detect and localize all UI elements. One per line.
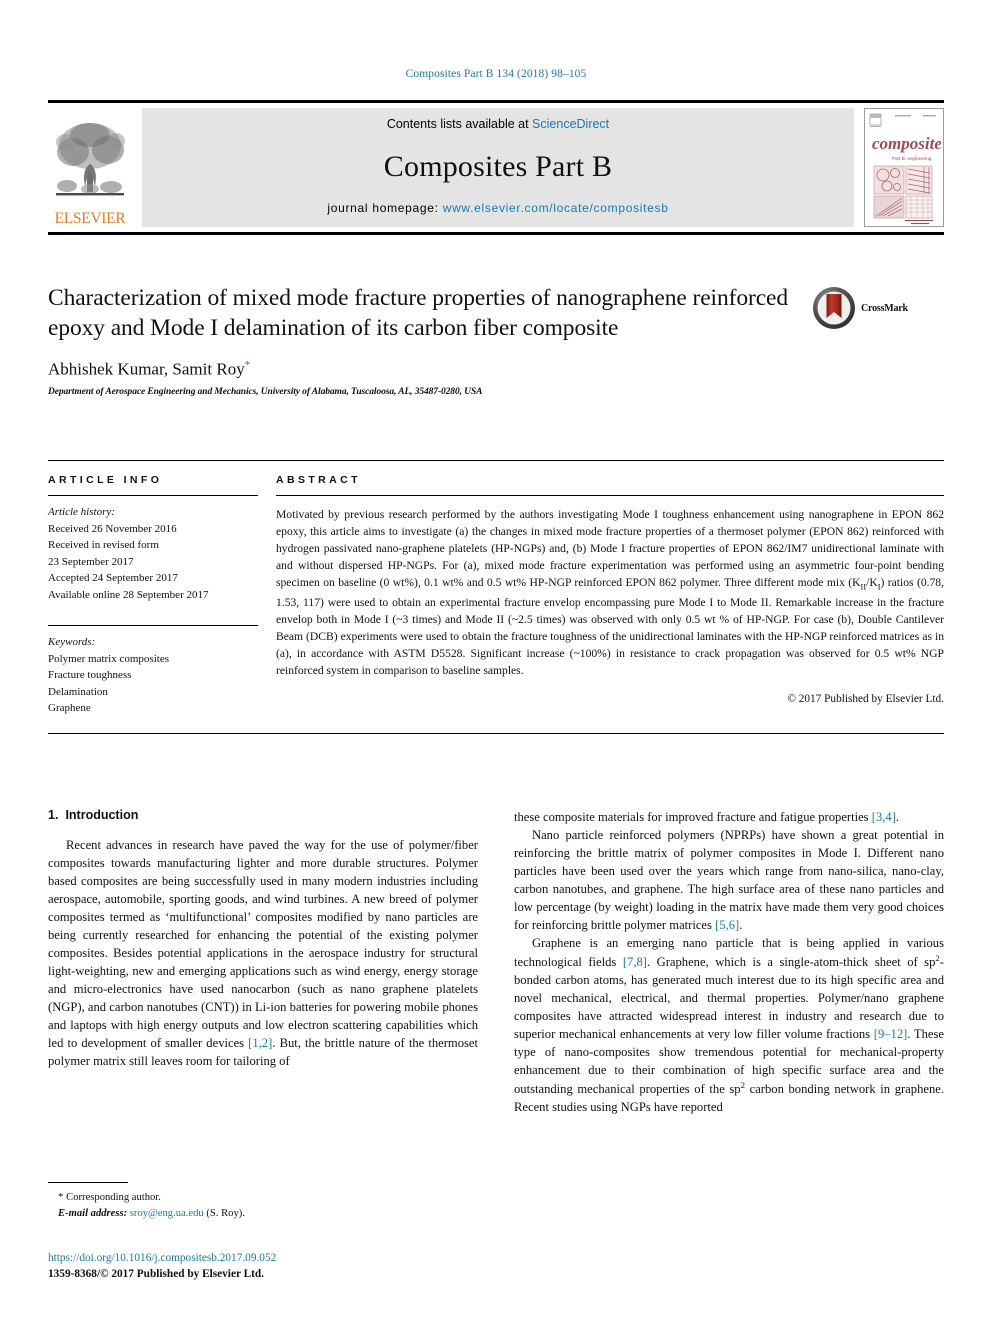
crossmark-icon [813, 287, 855, 329]
journal-band: Contents lists available at ScienceDirec… [142, 108, 854, 227]
abstract-rule [276, 495, 944, 496]
body-column-left: 1. Introduction Recent advances in resear… [48, 808, 478, 1116]
contents-prefix: Contents lists available at [386, 117, 533, 131]
doi-link[interactable]: https://doi.org/10.1016/j.compositesb.20… [48, 1252, 276, 1264]
citation-reference[interactable]: [9–12] [874, 1027, 908, 1041]
elsevier-logo: ELSEVIER [48, 108, 132, 227]
footnote-star: * [58, 1191, 64, 1203]
abstract-heading: ABSTRACT [276, 474, 361, 486]
contents-available-line: Contents lists available at ScienceDirec… [387, 117, 609, 131]
abstract-text: Motivated by previous research performed… [276, 508, 945, 677]
title-block: Characterization of mixed mode fracture … [48, 283, 944, 397]
svg-text:Part B: engineering: Part B: engineering [892, 156, 932, 161]
section-heading-introduction: 1. Introduction [48, 808, 478, 822]
history-line: Received 26 November 2016 [48, 522, 177, 535]
keywords-label: Keywords: [48, 636, 96, 648]
corresponding-author-footnote: * Corresponding author. E-mail address: … [48, 1182, 478, 1221]
body-columns: 1. Introduction Recent advances in resear… [48, 808, 944, 1116]
body-column-right: these composite materials for improved f… [514, 808, 944, 1116]
paragraph: Nano particle reinforced polymers (NPRPs… [514, 828, 944, 932]
footnote-corresponding: * Corresponding author. [48, 1190, 478, 1206]
keywords-group: Keywords: Polymer matrix composites Frac… [48, 634, 258, 717]
journal-homepage-link[interactable]: www.elsevier.com/locate/compositesb [443, 201, 669, 215]
author-list: Abhishek Kumar, Samit Roy* [48, 359, 944, 380]
journal-cover-thumbnail: composites Part B: engineering [864, 108, 944, 227]
masthead-bottom-rule [48, 232, 944, 235]
article-info-heading: ARTICLE INFO [48, 474, 163, 486]
keyword-item: Delamination [48, 685, 108, 698]
section-number: 1. [48, 808, 59, 822]
history-line: 23 September 2017 [48, 555, 134, 568]
email-address-label: E-mail address: [58, 1207, 128, 1219]
abstract-column: ABSTRACT Motivated by previous research … [276, 474, 944, 717]
homepage-prefix: journal homepage: [327, 201, 443, 215]
email-owner: (S. Roy). [206, 1207, 245, 1219]
section-label: Introduction [65, 808, 139, 822]
panel-top-rule [48, 460, 944, 461]
page-footer: https://doi.org/10.1016/j.compositesb.20… [48, 1248, 478, 1280]
history-line: Received in revised form [48, 539, 159, 551]
footnote-corresponding-text: Corresponding author. [66, 1192, 161, 1203]
page-title: Characterization of mixed mode fracture … [48, 285, 789, 342]
paper-page: Composites Part B 134 (2018) 98–105 ELSE… [0, 0, 992, 1323]
svg-text:composites: composites [872, 134, 941, 153]
keyword-item: Fracture toughness [48, 669, 132, 681]
keyword-item: Graphene [48, 702, 91, 714]
crossmark-label: CrossMark [861, 302, 908, 314]
footnote-rule [48, 1182, 128, 1183]
keywords-rule [48, 625, 258, 626]
info-abstract-panel: ARTICLE INFO Article history: Received 2… [48, 460, 944, 734]
masthead-body: ELSEVIER Contents lists available at Sci… [48, 108, 944, 227]
sciencedirect-link[interactable]: ScienceDirect [532, 117, 609, 131]
article-info-rule [48, 495, 258, 496]
history-line: Available online 28 September 2017 [48, 588, 209, 601]
citation-reference[interactable]: [1,2] [248, 1036, 272, 1050]
history-line: Accepted 24 September 2017 [48, 572, 178, 584]
panel-body: ARTICLE INFO Article history: Received 2… [48, 474, 944, 717]
footnote-email-line: E-mail address: sroy@eng.ua.edu (S. Roy)… [48, 1206, 478, 1221]
citation-reference[interactable]: [5,6] [715, 918, 739, 932]
paragraph: these composite materials for improved f… [514, 810, 900, 824]
paragraph: Recent advances in research have paved t… [48, 838, 478, 1068]
crossmark-badge[interactable]: CrossMark [812, 285, 932, 331]
abstract-copyright: © 2017 Published by Elsevier Ltd. [787, 692, 944, 705]
affiliation: Department of Aerospace Engineering and … [48, 386, 483, 397]
email-link[interactable]: sroy@eng.ua.edu [130, 1208, 204, 1219]
panel-bottom-rule [48, 732, 944, 734]
running-head: Composites Part B 134 (2018) 98–105 [405, 68, 587, 80]
cover-art-icon: composites Part B: engineering [865, 109, 943, 226]
article-info-column: ARTICLE INFO Article history: Received 2… [48, 474, 276, 717]
masthead-top-rule [48, 100, 944, 103]
corresponding-author-marker: * [244, 359, 251, 372]
issn-copyright-line: 1359-8368/© 2017 Published by Elsevier L… [48, 1268, 264, 1280]
article-history-label: Article history: [48, 506, 115, 518]
author-names: Abhishek Kumar, Samit Roy [48, 359, 245, 379]
paragraph: Graphene is an emerging nano particle th… [514, 936, 945, 1115]
journal-title: Composites Part B [383, 150, 613, 183]
elsevier-wordmark: ELSEVIER [54, 209, 126, 227]
citation-reference[interactable]: [7,8] [623, 955, 647, 969]
journal-masthead: ELSEVIER Contents lists available at Sci… [48, 100, 944, 235]
citation-reference[interactable]: [3,4] [872, 810, 896, 824]
journal-homepage-line: journal homepage: www.elsevier.com/locat… [327, 201, 668, 215]
article-history-group: Article history: Received 26 November 20… [48, 504, 258, 603]
elsevier-tree-icon [53, 115, 127, 211]
keyword-item: Polymer matrix composites [48, 652, 169, 665]
